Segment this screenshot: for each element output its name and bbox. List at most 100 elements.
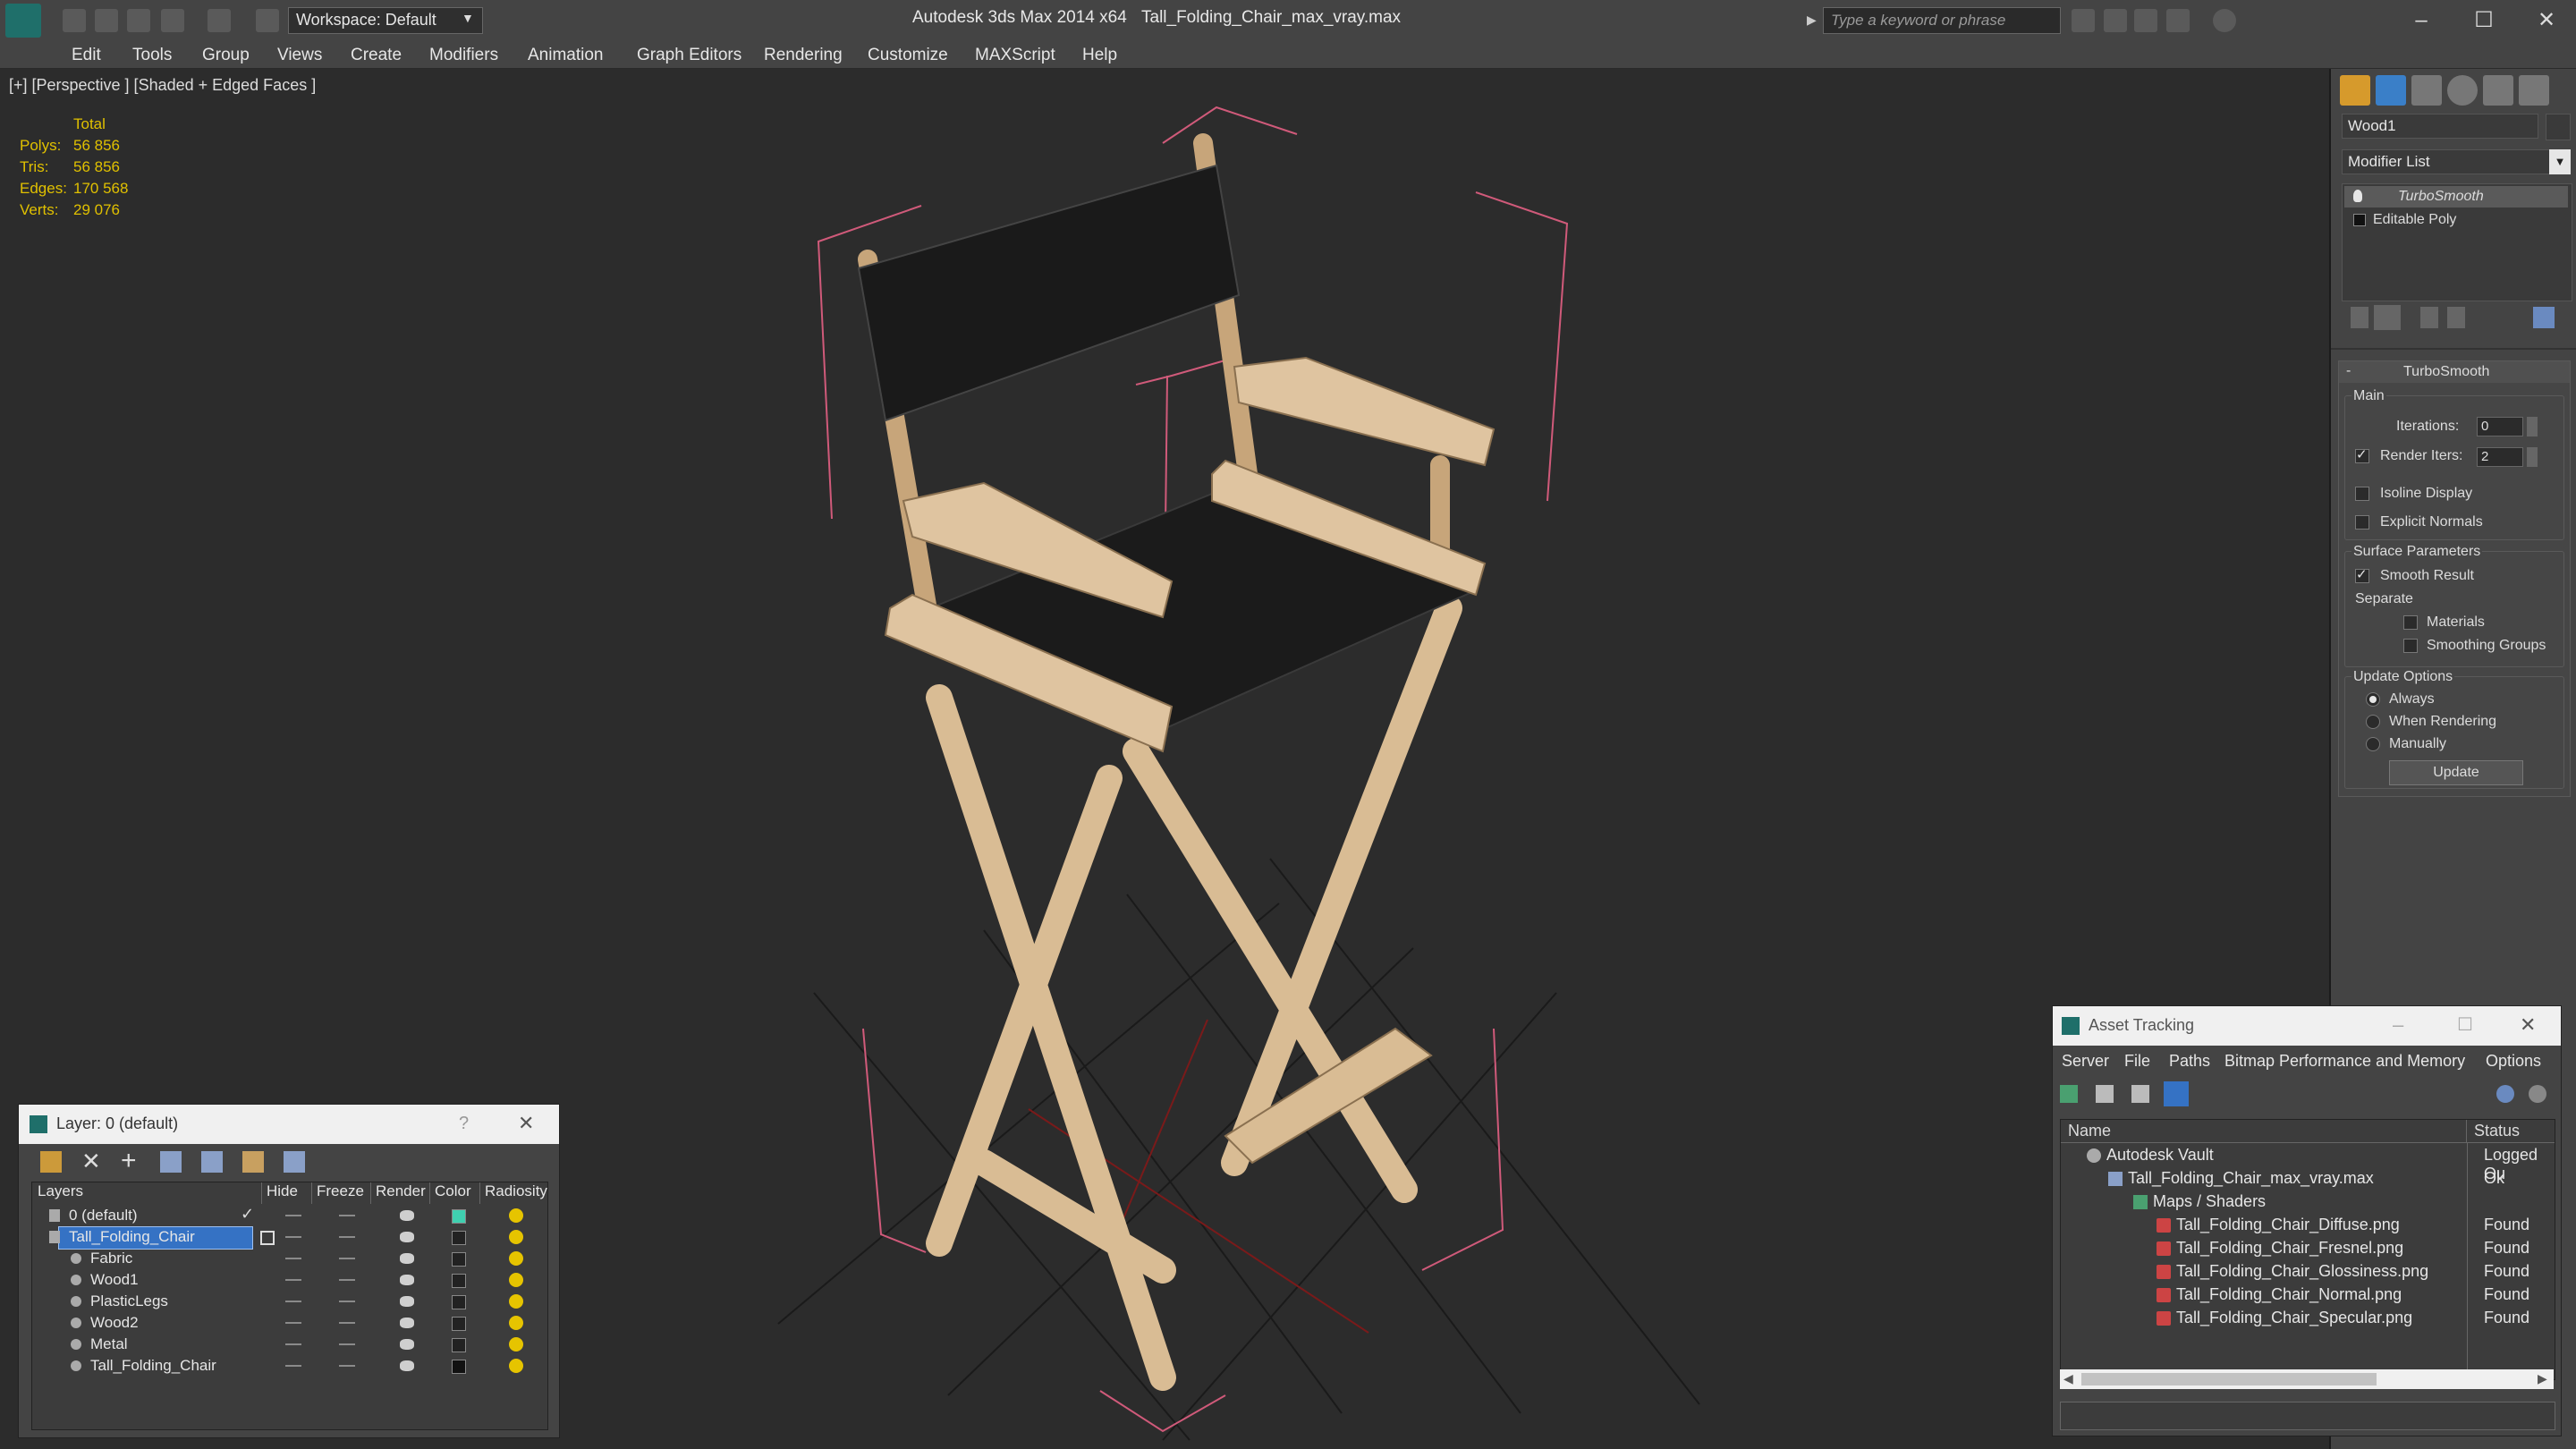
layer-row-tall-folding-chair[interactable]: Tall_Folding_Chair <box>33 1226 543 1250</box>
teapot-icon[interactable] <box>400 1339 414 1350</box>
radiosity-icon[interactable] <box>509 1359 523 1373</box>
freeze-toggle[interactable] <box>339 1301 355 1302</box>
layer-row-plasticlegs[interactable]: PlasticLegs <box>33 1291 543 1312</box>
asset-row-fresnel[interactable]: Tall_Folding_Chair_Fresnel.png Found <box>2062 1237 2552 1260</box>
asset-menu-file[interactable]: File <box>2124 1052 2150 1071</box>
spinner-arrows-icon[interactable] <box>2527 447 2538 467</box>
display-tab-icon[interactable] <box>2483 75 2513 106</box>
freeze-toggle[interactable] <box>339 1236 355 1238</box>
render-iters-spinner[interactable]: 2 <box>2477 447 2523 467</box>
modifier-list-dropdown[interactable]: Modifier List <box>2342 149 2556 174</box>
help-icon[interactable] <box>2496 1085 2514 1103</box>
object-color-swatch[interactable] <box>452 1274 466 1288</box>
people-icon[interactable] <box>2134 9 2157 32</box>
hide-toggle[interactable] <box>285 1279 301 1281</box>
search-arrow-icon[interactable]: ▶ <box>1807 13 1817 28</box>
layer-row-default[interactable]: 0 (default) ✓ <box>33 1205 543 1226</box>
configure-sets-icon[interactable] <box>2533 307 2555 328</box>
radiosity-icon[interactable] <box>509 1251 523 1266</box>
rollout-header[interactable]: - TurboSmooth <box>2339 361 2570 383</box>
layer-row-metal[interactable]: Metal <box>33 1334 543 1355</box>
asset-row-specular[interactable]: Tall_Folding_Chair_Specular.png Found <box>2062 1307 2552 1330</box>
freeze-toggle[interactable] <box>339 1365 355 1367</box>
radiosity-icon[interactable] <box>509 1230 523 1244</box>
object-color-swatch[interactable] <box>452 1252 466 1267</box>
hide-toggle[interactable] <box>285 1343 301 1345</box>
collapse-icon[interactable]: - <box>2346 363 2351 379</box>
asset-menu-options[interactable]: Options <box>2486 1052 2541 1071</box>
asset-row-glossiness[interactable]: Tall_Folding_Chair_Glossiness.png Found <box>2062 1260 2552 1284</box>
teapot-icon[interactable] <box>400 1253 414 1264</box>
when-rendering-radio[interactable] <box>2366 715 2380 729</box>
asset-row-max-file[interactable]: Tall_Folding_Chair_max_vray.max Ok <box>2062 1167 2552 1191</box>
select-objects-icon[interactable] <box>160 1151 182 1173</box>
minimize-icon[interactable]: – <box>2399 5 2444 36</box>
menu-views[interactable]: Views <box>277 46 322 65</box>
always-radio[interactable] <box>2366 692 2380 707</box>
remove-modifier-icon[interactable] <box>2447 307 2465 328</box>
layer-color-swatch[interactable] <box>452 1209 466 1224</box>
chevron-down-icon[interactable]: ▼ <box>2549 149 2571 174</box>
undo-icon[interactable] <box>161 9 184 32</box>
col-freeze[interactable]: Freeze <box>317 1182 371 1204</box>
object-name-field[interactable]: Wood1 <box>2342 114 2538 139</box>
help-icon[interactable] <box>2213 9 2236 32</box>
layer-window-titlebar[interactable]: Layer: 0 (default) ? ✕ <box>19 1105 559 1144</box>
teapot-icon[interactable] <box>400 1296 414 1307</box>
menu-customize[interactable]: Customize <box>868 46 948 65</box>
asset-window-titlebar[interactable]: Asset Tracking – ☐ ✕ <box>2053 1006 2561 1046</box>
help-icon[interactable]: ? <box>459 1114 469 1134</box>
new-layer-icon[interactable] <box>40 1151 62 1173</box>
update-button[interactable]: Update <box>2389 760 2523 785</box>
teapot-icon[interactable] <box>400 1232 414 1242</box>
asset-row-diffuse[interactable]: Tall_Folding_Chair_Diffuse.png Found <box>2062 1214 2552 1237</box>
star-icon[interactable] <box>2166 9 2190 32</box>
hide-toggle[interactable] <box>285 1236 301 1238</box>
spinner-arrows-icon[interactable] <box>2527 417 2538 436</box>
stack-item-turbosmooth[interactable]: TurboSmooth <box>2344 186 2568 208</box>
active-layer-box-icon[interactable] <box>260 1231 275 1245</box>
freeze-toggle[interactable] <box>339 1322 355 1324</box>
materials-checkbox[interactable] <box>2403 615 2418 630</box>
col-hide[interactable]: Hide <box>267 1182 312 1204</box>
table-view-icon[interactable] <box>2164 1081 2189 1106</box>
freeze-toggle[interactable] <box>339 1279 355 1281</box>
refresh-icon[interactable] <box>2060 1085 2078 1103</box>
workspace-dropdown[interactable]: Workspace: Default <box>288 7 483 34</box>
show-end-result-icon[interactable] <box>2374 305 2401 330</box>
search-input[interactable]: Type a keyword or phrase <box>1823 7 2061 34</box>
smoothing-groups-checkbox[interactable] <box>2403 639 2418 653</box>
freeze-toggle[interactable] <box>339 1343 355 1345</box>
utilities-tab-icon[interactable] <box>2519 75 2549 106</box>
teapot-icon[interactable] <box>400 1360 414 1371</box>
smooth-result-checkbox[interactable] <box>2355 566 2369 583</box>
hide-toggle[interactable] <box>285 1258 301 1259</box>
make-unique-icon[interactable] <box>2420 307 2438 328</box>
object-color-swatch[interactable] <box>452 1360 466 1374</box>
menu-edit[interactable]: Edit <box>72 46 101 65</box>
close-icon[interactable]: ✕ <box>518 1112 534 1135</box>
hide-all-icon[interactable] <box>242 1151 264 1173</box>
layer-row-fabric[interactable]: Fabric <box>33 1248 543 1269</box>
hide-toggle[interactable] <box>285 1322 301 1324</box>
create-tab-icon[interactable] <box>2340 75 2370 106</box>
object-color-swatch[interactable] <box>452 1295 466 1309</box>
add-to-layer-icon[interactable]: + <box>121 1146 137 1176</box>
layer-row-wood2[interactable]: Wood2 <box>33 1312 543 1334</box>
explicit-normals-checkbox[interactable] <box>2355 515 2369 530</box>
hide-toggle[interactable] <box>285 1215 301 1216</box>
object-color-swatch[interactable] <box>452 1338 466 1352</box>
close-icon[interactable]: ✕ <box>2520 1013 2536 1037</box>
redo-icon[interactable] <box>208 9 231 32</box>
asset-row-maps-shaders[interactable]: Maps / Shaders <box>2062 1191 2552 1214</box>
radiosity-icon[interactable] <box>509 1208 523 1223</box>
expand-icon[interactable] <box>2353 214 2366 226</box>
save-file-icon[interactable] <box>127 9 150 32</box>
col-radiosity[interactable]: Radiosity <box>485 1182 547 1204</box>
lightbulb-icon[interactable] <box>2353 190 2362 202</box>
scroll-right-icon[interactable]: ▶ <box>2538 1371 2547 1386</box>
menu-graph-editors[interactable]: Graph Editors <box>637 46 741 65</box>
scroll-left-icon[interactable]: ◀ <box>2063 1371 2073 1386</box>
open-file-icon[interactable] <box>95 9 118 32</box>
menu-create[interactable]: Create <box>351 46 402 65</box>
